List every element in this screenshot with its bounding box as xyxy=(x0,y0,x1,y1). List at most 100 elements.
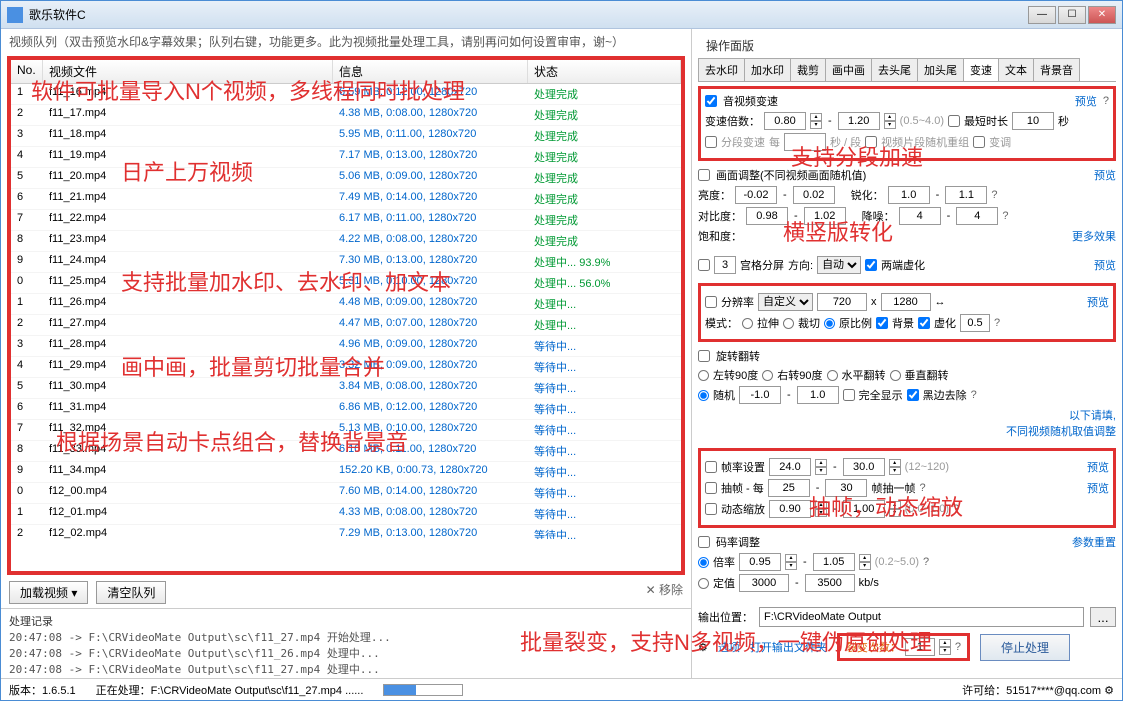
keep-radio[interactable] xyxy=(824,318,835,329)
bg-checkbox[interactable] xyxy=(876,317,888,329)
vflip-radio[interactable] xyxy=(890,370,901,381)
col-header-file[interactable]: 视频文件 xyxy=(43,60,333,83)
minimize-button[interactable]: — xyxy=(1028,6,1056,24)
tab-2[interactable]: 裁剪 xyxy=(790,58,826,81)
right90-radio[interactable] xyxy=(762,370,773,381)
more-effects-link[interactable]: 更多效果 xyxy=(1072,228,1116,244)
stretch-radio[interactable] xyxy=(742,318,753,329)
options-link[interactable]: 选项 xyxy=(718,639,740,655)
grid-checkbox[interactable] xyxy=(698,259,710,271)
speed-from-input[interactable] xyxy=(764,112,806,130)
fps-from[interactable] xyxy=(769,458,811,476)
extract-to[interactable] xyxy=(825,479,867,497)
adjust-checkbox[interactable] xyxy=(698,169,710,181)
rot-to[interactable] xyxy=(797,386,839,404)
col-header-no[interactable]: No. xyxy=(11,60,43,83)
stop-button[interactable]: 停止处理 xyxy=(980,634,1070,661)
output-path-input[interactable] xyxy=(759,607,1084,627)
table-row[interactable]: 4f11_29.mp43.32 MB, 0:09.00, 1280x720等待中… xyxy=(11,357,681,378)
extract-from[interactable] xyxy=(768,479,810,497)
swap-icon[interactable]: ↔ xyxy=(935,296,946,308)
help-icon[interactable]: ? xyxy=(971,389,977,401)
table-row[interactable]: 4f11_19.mp47.17 MB, 0:13.00, 1280x720处理完… xyxy=(11,147,681,168)
help-icon[interactable]: ? xyxy=(955,641,961,653)
random-rot-radio[interactable] xyxy=(698,390,709,401)
res-preview-link[interactable]: 预览 xyxy=(1087,294,1109,310)
spinner[interactable]: ▴▾ xyxy=(884,113,896,129)
close-button[interactable]: ✕ xyxy=(1088,6,1116,24)
hflip-radio[interactable] xyxy=(827,370,838,381)
blur-checkbox[interactable] xyxy=(918,317,930,329)
blur-input[interactable] xyxy=(960,314,990,332)
table-row[interactable]: 7f11_22.mp46.17 MB, 0:11.00, 1280x720处理完… xyxy=(11,210,681,231)
table-row[interactable]: 1f11_26.mp44.48 MB, 0:09.00, 1280x720处理中… xyxy=(11,294,681,315)
table-row[interactable]: 0f11_25.mp45.31 MB, 0:10.00, 1280x720处理中… xyxy=(11,273,681,294)
contrast-to[interactable] xyxy=(804,207,846,225)
load-video-button[interactable]: 加载视频 xyxy=(9,581,88,604)
param-reset-link[interactable]: 参数重置 xyxy=(1072,534,1116,550)
minlen-input[interactable] xyxy=(1012,112,1054,130)
browse-button[interactable]: ... xyxy=(1090,607,1116,627)
table-row[interactable]: 3f11_18.mp45.95 MB, 0:11.00, 1280x720处理完… xyxy=(11,126,681,147)
table-row[interactable]: 2f11_27.mp44.47 MB, 0:07.00, 1280x720处理中… xyxy=(11,315,681,336)
tab-5[interactable]: 加头尾 xyxy=(917,58,964,81)
table-row[interactable]: 2f12_02.mp47.29 MB, 0:13.00, 1280x720等待中… xyxy=(11,525,681,539)
res-mode-select[interactable]: 自定义 xyxy=(758,293,813,311)
tab-8[interactable]: 背景音 xyxy=(1033,58,1080,81)
rate-from[interactable] xyxy=(739,553,781,571)
full-checkbox[interactable] xyxy=(843,389,855,401)
bright-to[interactable] xyxy=(793,186,835,204)
border-checkbox[interactable] xyxy=(907,389,919,401)
maximize-button[interactable]: ☐ xyxy=(1058,6,1086,24)
table-row[interactable]: 5f11_20.mp45.06 MB, 0:09.00, 1280x720处理完… xyxy=(11,168,681,189)
fps-to[interactable] xyxy=(843,458,885,476)
left90-radio[interactable] xyxy=(698,370,709,381)
minlen-checkbox[interactable] xyxy=(948,115,960,127)
help-icon[interactable]: ? xyxy=(991,189,997,201)
table-row[interactable]: 9f11_34.mp4152.20 KB, 0:00.73, 1280x720等… xyxy=(11,462,681,483)
bitrate-checkbox[interactable] xyxy=(698,536,710,548)
speed-preview-link[interactable]: 预览 xyxy=(1075,93,1097,109)
denoise-to[interactable] xyxy=(956,207,998,225)
rotate-checkbox[interactable] xyxy=(698,350,710,362)
speed-to-input[interactable] xyxy=(838,112,880,130)
col-header-info[interactable]: 信息 xyxy=(333,60,528,83)
denoise-from[interactable] xyxy=(899,207,941,225)
table-row[interactable]: 0f12_00.mp47.60 MB, 0:14.00, 1280x720等待中… xyxy=(11,483,681,504)
extract-checkbox[interactable] xyxy=(705,482,717,494)
fission-input[interactable] xyxy=(905,638,935,656)
tab-1[interactable]: 加水印 xyxy=(744,58,791,81)
table-row[interactable]: 7f11_32.mp45.13 MB, 0:10.00, 1280x720等待中… xyxy=(11,420,681,441)
res-w-input[interactable] xyxy=(817,293,867,311)
res-checkbox[interactable] xyxy=(705,296,717,308)
help-icon[interactable]: ? xyxy=(994,317,1000,329)
tab-4[interactable]: 去头尾 xyxy=(871,58,918,81)
help-icon[interactable]: ? xyxy=(919,482,925,494)
fixed-to[interactable] xyxy=(805,574,855,592)
col-header-status[interactable]: 状态 xyxy=(528,60,681,83)
remove-button[interactable]: ✕ 移除 xyxy=(646,581,683,604)
bright-from[interactable] xyxy=(735,186,777,204)
extract-preview-link[interactable]: 预览 xyxy=(1087,480,1109,496)
seg-speed-checkbox[interactable] xyxy=(705,136,717,148)
res-h-input[interactable] xyxy=(881,293,931,311)
sharp-from[interactable] xyxy=(888,186,930,204)
table-row[interactable]: 5f11_30.mp43.84 MB, 0:08.00, 1280x720等待中… xyxy=(11,378,681,399)
table-row[interactable]: 3f11_28.mp44.96 MB, 0:09.00, 1280x720等待中… xyxy=(11,336,681,357)
tab-3[interactable]: 画中画 xyxy=(825,58,872,81)
fixed-radio[interactable] xyxy=(698,578,709,589)
table-row[interactable]: 2f11_17.mp44.38 MB, 0:08.00, 1280x720处理完… xyxy=(11,105,681,126)
table-row[interactable]: 6f11_21.mp47.49 MB, 0:14.00, 1280x720处理完… xyxy=(11,189,681,210)
scale-from[interactable] xyxy=(769,500,811,518)
table-row[interactable]: 1f12_01.mp44.33 MB, 0:08.00, 1280x720等待中… xyxy=(11,504,681,525)
grid-preview-link[interactable]: 预览 xyxy=(1094,257,1116,273)
tone-checkbox[interactable] xyxy=(973,136,985,148)
help-icon[interactable]: ? xyxy=(923,556,929,568)
contrast-from[interactable] xyxy=(746,207,788,225)
fps-checkbox[interactable] xyxy=(705,461,717,473)
tab-7[interactable]: 文本 xyxy=(998,58,1034,81)
help-icon[interactable]: ? xyxy=(1002,210,1008,222)
help-icon[interactable]: ? xyxy=(953,503,959,515)
speed-help-icon[interactable]: ? xyxy=(1103,95,1109,107)
rate-to[interactable] xyxy=(813,553,855,571)
